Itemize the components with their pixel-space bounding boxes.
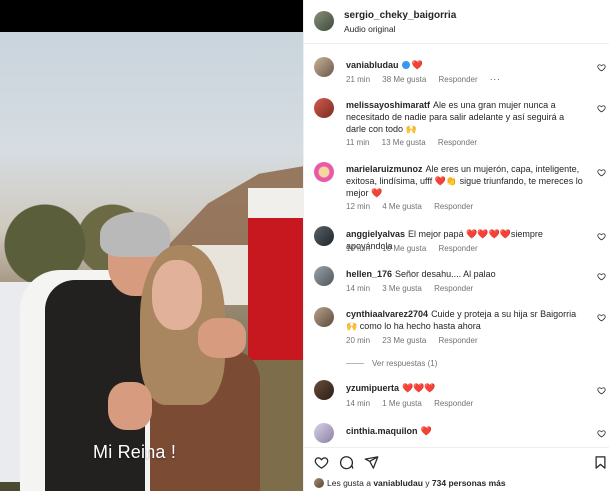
reply-button[interactable]: Responder	[439, 244, 478, 253]
like-heart-icon[interactable]	[597, 232, 606, 241]
comment: cinthia.maquilon ❤️	[304, 421, 609, 447]
comment-likes[interactable]: 3 Me gusta	[382, 284, 422, 293]
comment-likes[interactable]: 4 Me gusta	[382, 202, 422, 211]
likes-user[interactable]: vaniabludau	[373, 478, 423, 488]
comment-time: 21 min	[346, 75, 371, 84]
comment-text: marielaruizmunoz Ale eres un mujerón, cap…	[346, 163, 586, 199]
comment-username[interactable]: marielaruizmunoz	[346, 164, 423, 174]
comment-text: cinthia.maquilon ❤️	[346, 425, 586, 437]
avatar[interactable]	[314, 307, 334, 327]
likes-others[interactable]: 734 personas más	[432, 478, 506, 488]
comment-bubble-icon[interactable]	[339, 455, 354, 470]
comment-username[interactable]: cinthia.maquilon	[346, 426, 418, 436]
comments-panel: sergio_cheky_baigorria Audio original va…	[303, 0, 609, 491]
likes-summary[interactable]: Les gusta a vaniabludau y 734 personas m…	[314, 478, 506, 488]
comment-text: cynthiaalvarez2704 Cuide y proteja a su h…	[346, 308, 586, 332]
photo-man-hand	[198, 318, 246, 358]
like-heart-icon[interactable]	[597, 313, 606, 322]
post-action-bar	[304, 447, 609, 475]
avatar[interactable]	[314, 57, 334, 77]
comment-username[interactable]: yzumipuerta	[346, 383, 399, 393]
comment-meta: 10 min 10 Me gusta Responder	[346, 244, 488, 253]
comment-username[interactable]: vaniabludau	[346, 60, 399, 70]
comment-username[interactable]: melissayoshimaratf	[346, 100, 430, 110]
reply-button[interactable]: Responder	[434, 399, 473, 408]
like-heart-icon[interactable]	[597, 386, 606, 395]
comment-emoji: ❤️	[411, 60, 423, 70]
reply-button[interactable]: Responder	[439, 336, 478, 345]
like-heart-icon[interactable]	[314, 455, 329, 470]
reply-button[interactable]: Responder	[434, 284, 473, 293]
avatar[interactable]	[314, 162, 334, 182]
like-heart-icon[interactable]	[597, 104, 606, 113]
like-heart-icon[interactable]	[597, 272, 606, 281]
like-heart-icon[interactable]	[597, 63, 606, 72]
comment-meta: 21 min 38 Me gusta Responder ···	[346, 75, 511, 84]
comment-time: 11 min	[346, 138, 370, 147]
likes-prefix: Les gusta a	[327, 478, 371, 488]
comment-text: yzumipuerta ❤️❤️❤️	[346, 382, 586, 394]
comment-likes[interactable]: 10 Me gusta	[382, 244, 426, 253]
audio-label[interactable]: Audio original	[344, 24, 396, 34]
comment-body: Señor desahu.... Al palao	[395, 269, 496, 279]
view-replies-button[interactable]: Ver respuestas (1)	[346, 359, 437, 368]
photo-man-hair	[100, 212, 170, 257]
reply-button[interactable]: Responder	[439, 75, 478, 84]
avatar[interactable]	[314, 423, 334, 443]
reply-button[interactable]: Responder	[434, 202, 473, 211]
comment-likes[interactable]: 23 Me gusta	[382, 336, 426, 345]
comment-username[interactable]: cynthiaalvarez2704	[346, 309, 428, 319]
comment-time: 20 min	[346, 336, 371, 345]
reply-button[interactable]: Responder	[438, 138, 477, 147]
photo-woman-face	[152, 260, 202, 330]
comment-text: vaniabludau ❤️	[346, 59, 586, 71]
liker-avatar	[314, 478, 324, 488]
avatar[interactable]	[314, 380, 334, 400]
photo-caption-overlay: Mi Reina !	[93, 442, 177, 462]
comment-likes[interactable]: 38 Me gusta	[382, 75, 426, 84]
comment-likes[interactable]: 1 Me gusta	[382, 399, 422, 408]
comment-likes[interactable]: 13 Me gusta	[382, 138, 426, 147]
avatar[interactable]	[314, 226, 334, 246]
likes-middle: y	[425, 478, 430, 488]
comment-username[interactable]: anggielyalvas	[346, 229, 405, 239]
photo-red-tent	[248, 188, 303, 368]
author-username[interactable]: sergio_cheky_baigorria	[344, 10, 456, 21]
comment-meta: 20 min 23 Me gusta Responder	[346, 336, 488, 345]
comment-body: ❤️	[420, 426, 432, 436]
comment-time: 12 min	[346, 202, 371, 211]
share-send-icon[interactable]	[364, 455, 379, 470]
avatar[interactable]	[314, 98, 334, 118]
post-header: sergio_cheky_baigorria Audio original	[304, 0, 609, 44]
comment-body: ❤️❤️❤️	[402, 383, 436, 393]
verified-badge-icon	[401, 61, 410, 69]
comment-time: 14 min	[346, 399, 371, 408]
comment-meta: 12 min 4 Me gusta Responder	[346, 202, 483, 211]
comment-meta: 14 min 3 Me gusta Responder	[346, 284, 483, 293]
post-photo[interactable]: Mi Reina !	[0, 0, 303, 491]
more-options-icon[interactable]: ···	[490, 75, 501, 84]
like-heart-icon[interactable]	[597, 429, 606, 438]
comment-meta: 11 min 13 Me gusta Responder	[346, 138, 487, 147]
bookmark-save-icon[interactable]	[593, 455, 608, 470]
comment-username[interactable]: hellen_176	[346, 269, 392, 279]
avatar[interactable]	[314, 266, 334, 286]
photo-thumbs-up	[108, 382, 152, 430]
comment-text: hellen_176 Señor desahu.... Al palao	[346, 268, 586, 280]
comment-meta: 14 min 1 Me gusta Responder	[346, 399, 483, 408]
comment-text: melissayoshimaratf Ale es una gran mujer …	[346, 99, 586, 135]
comment-time: 14 min	[346, 284, 371, 293]
photo-top-bar	[0, 0, 303, 32]
comment-time: 10 min	[346, 244, 371, 253]
like-heart-icon[interactable]	[597, 168, 606, 177]
author-avatar[interactable]	[314, 11, 334, 31]
